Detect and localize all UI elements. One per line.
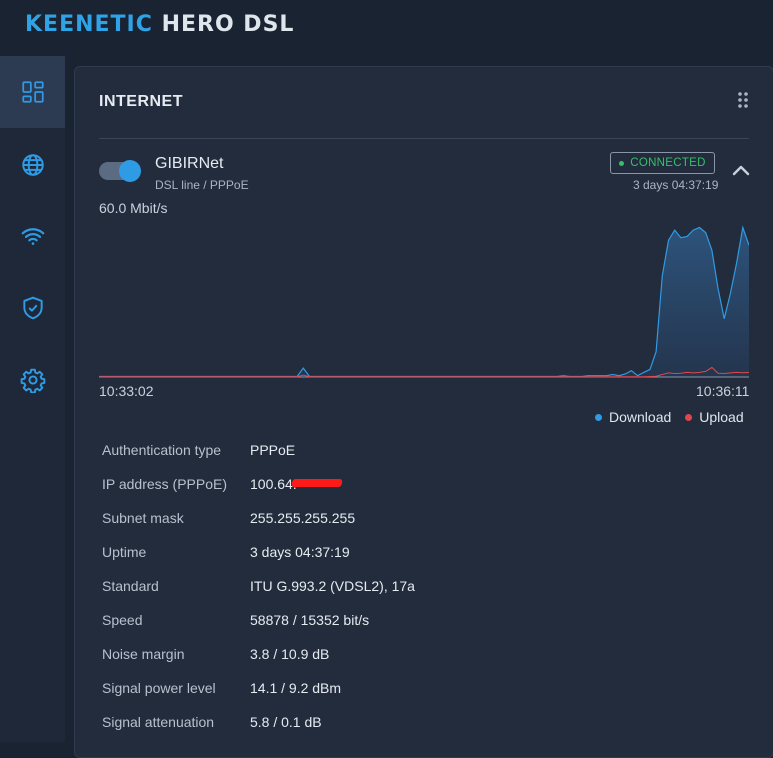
divider — [99, 138, 749, 139]
shield-icon — [22, 296, 43, 320]
chart-legend: Download Upload — [595, 409, 744, 425]
chevron-up-icon[interactable] — [731, 163, 751, 177]
sidebar-item-settings[interactable] — [0, 344, 65, 416]
globe-icon — [21, 154, 44, 176]
top-bar: KEENETIC HERO DSL — [0, 0, 773, 56]
traffic-chart — [99, 225, 749, 378]
gear-icon — [20, 368, 45, 393]
detail-label: Speed — [102, 612, 143, 628]
detail-value: 58878 / 15352 bit/s — [250, 612, 370, 628]
card-title: INTERNET — [99, 93, 183, 110]
toggle-knob — [119, 160, 141, 182]
detail-value: 14.1 / 9.2 dBm — [250, 680, 342, 696]
detail-value: 5.8 / 0.1 dB — [250, 714, 322, 730]
brand-model: HERO DSL — [161, 12, 295, 37]
detail-label: Signal power level — [102, 680, 216, 696]
brand-logo[interactable]: KEENETIC HERO DSL — [25, 12, 294, 37]
legend-upload[interactable]: Upload — [685, 409, 744, 425]
sidebar-item-security[interactable] — [0, 272, 65, 344]
detail-value: 3 days 04:37:19 — [250, 544, 350, 560]
detail-label: Subnet mask — [102, 510, 184, 526]
detail-value: 100.64. — [250, 476, 297, 492]
internet-card: INTERNET GIBIRNet DSL line / PPPoE CONNE… — [74, 66, 773, 758]
wifi-icon — [21, 228, 44, 245]
dashboard-icon — [21, 81, 44, 103]
status-badge: CONNECTED — [610, 152, 715, 174]
detail-label: IP address (PPPoE) — [102, 476, 228, 492]
detail-value: PPPoE — [250, 442, 296, 458]
status-dot — [619, 160, 625, 166]
drag-handle-icon[interactable] — [737, 91, 749, 109]
legend-upload-label: Upload — [699, 409, 744, 425]
legend-download[interactable]: Download — [595, 409, 671, 425]
connection-subtitle: DSL line / PPPoE — [155, 178, 249, 192]
chart-x-start-label: 10:33:02 — [99, 383, 154, 399]
detail-label: Noise margin — [102, 646, 185, 662]
sidebar-item-internet[interactable] — [0, 129, 65, 201]
download-area — [99, 227, 749, 377]
chart-y-max-label: 60.0 Mbit/s — [99, 200, 168, 216]
legend-download-dot — [595, 413, 602, 421]
redaction-mark — [291, 479, 343, 487]
detail-value: ITU G.993.2 (VDSL2), 17a — [250, 578, 415, 594]
connection-toggle[interactable] — [99, 160, 141, 182]
status-text: CONNECTED — [630, 157, 706, 169]
connection-name[interactable]: GIBIRNet — [155, 155, 223, 173]
detail-value: 3.8 / 10.9 dB — [250, 646, 330, 662]
detail-label: Standard — [102, 578, 159, 594]
download-line — [99, 225, 749, 378]
sidebar — [0, 56, 65, 742]
sidebar-item-dashboard[interactable] — [0, 56, 65, 128]
brand-name: KEENETIC — [25, 12, 153, 37]
legend-download-label: Download — [609, 409, 672, 425]
legend-upload-dot — [685, 413, 693, 421]
detail-label: Uptime — [102, 544, 147, 560]
detail-value: 255.255.255.255 — [250, 510, 356, 526]
sidebar-item-wifi[interactable] — [0, 200, 65, 272]
detail-label: Authentication type — [102, 442, 222, 458]
detail-label: Signal attenuation — [102, 714, 215, 730]
connection-uptime: 3 days 04:37:19 — [633, 178, 719, 192]
chart-x-end-label: 10:36:11 — [696, 383, 750, 399]
